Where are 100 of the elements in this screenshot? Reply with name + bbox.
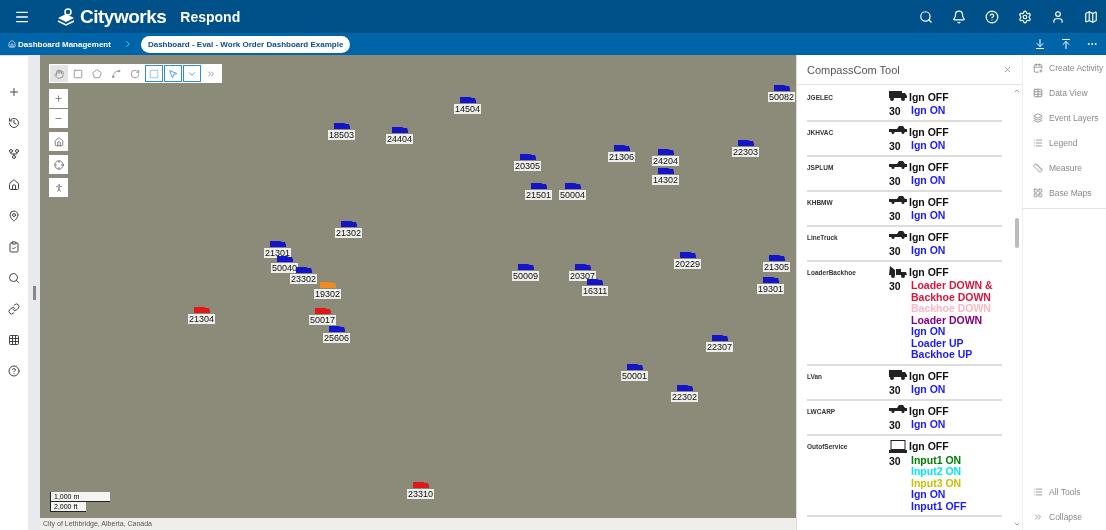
vehicle-count: 30 xyxy=(889,280,902,292)
search-button[interactable] xyxy=(919,9,933,24)
vehicle-count: 30 xyxy=(889,418,902,431)
expand-down-button[interactable] xyxy=(1034,38,1046,50)
vehicle-label: 22307 xyxy=(706,342,734,352)
ruler-icon xyxy=(1033,163,1043,173)
plus-icon xyxy=(54,94,63,103)
vehicle-state: Ign ON xyxy=(911,245,946,257)
table-icon xyxy=(1033,88,1043,98)
all-tools-button[interactable]: All Tools xyxy=(1033,487,1106,497)
person-icon xyxy=(53,182,64,193)
vehicle-state: Ign ON xyxy=(911,383,946,395)
vehicle-state: Backhoe UP xyxy=(911,349,974,361)
home-button[interactable] xyxy=(8,179,20,191)
user-button[interactable] xyxy=(1051,9,1065,24)
settings-button[interactable] xyxy=(1018,9,1032,24)
breadcrumb-link[interactable]: Dashboard - Eval - Work Order Dashboard Example xyxy=(140,35,351,53)
help-button[interactable] xyxy=(8,365,20,377)
data-view-button[interactable]: Data View xyxy=(1033,88,1106,98)
polygon-icon xyxy=(92,68,102,79)
vehicle-state: Input3 ON xyxy=(911,477,963,489)
van-icon xyxy=(889,91,907,101)
vehicle-label: 21302 xyxy=(335,228,363,238)
hand-icon xyxy=(54,68,64,79)
vehicle-label: 18503 xyxy=(328,130,356,140)
search-button[interactable] xyxy=(8,272,20,284)
vehicle-icon[interactable] xyxy=(587,277,604,286)
splitter-handle[interactable] xyxy=(32,285,36,300)
scroll-down-icon[interactable] xyxy=(1013,520,1021,528)
vehicle-label: 50017 xyxy=(309,315,337,325)
vehicle-label: 19301 xyxy=(757,284,785,294)
vehicle-icon[interactable] xyxy=(295,265,312,274)
vehicle-label: 21304 xyxy=(188,314,216,324)
history-button[interactable] xyxy=(8,117,20,129)
hand-tool[interactable] xyxy=(50,65,68,82)
vehicle-state: Backhoe DOWN xyxy=(911,303,992,315)
vehicle-label: 23302 xyxy=(290,274,318,284)
zoom-in-button[interactable] xyxy=(49,89,68,108)
home-icon xyxy=(8,40,16,48)
laptop-icon xyxy=(889,439,907,453)
collapse-button[interactable]: Collapse xyxy=(1033,512,1106,522)
map-pin-button[interactable] xyxy=(8,210,20,222)
breadcrumb-link[interactable]: Dashboard Management xyxy=(8,39,111,49)
module-title: Respond xyxy=(180,8,241,25)
vehicle-state: Ign ON xyxy=(911,210,946,222)
base-maps-button[interactable]: Base Maps xyxy=(1033,188,1106,198)
vehicle-count: 30 xyxy=(889,105,902,117)
scrollbar-thumb[interactable] xyxy=(1015,217,1019,248)
loader-icon xyxy=(889,266,907,278)
event-layers-button[interactable]: Event Layers xyxy=(1033,113,1106,123)
rectangle-icon xyxy=(73,68,83,79)
vehicle-label: 50040 xyxy=(271,263,299,273)
link-button[interactable] xyxy=(8,303,20,315)
collapse-up-button[interactable] xyxy=(1060,38,1072,50)
vehicle-label: 21306 xyxy=(608,152,636,162)
scroll-up-icon[interactable] xyxy=(1013,87,1021,95)
map-button[interactable] xyxy=(1084,9,1098,24)
pointer-tool[interactable] xyxy=(164,65,182,82)
locate-button[interactable] xyxy=(49,155,68,174)
vehicle-state: Ign ON xyxy=(911,489,947,501)
vehicle-state: Input2 ON xyxy=(911,466,963,478)
vehicle-state: Input1 ON xyxy=(911,454,963,466)
legend-button[interactable]: Legend xyxy=(1033,138,1106,148)
vehicle-label: 23310 xyxy=(407,489,435,499)
crosshair-icon xyxy=(53,159,64,170)
grid-button[interactable] xyxy=(8,334,20,346)
plus-button[interactable] xyxy=(8,86,20,98)
vehicle-label: 14302 xyxy=(652,175,680,185)
dashed-select-icon xyxy=(149,68,159,79)
bell-button[interactable] xyxy=(952,9,966,24)
network-button[interactable] xyxy=(8,148,20,160)
vehicle-count: 30 xyxy=(889,210,902,222)
dashed-select-tool[interactable] xyxy=(145,65,163,82)
vehicle-label: 50082 xyxy=(768,92,796,102)
vehicle-label: 14504 xyxy=(454,104,482,114)
clipboard-button[interactable] xyxy=(8,241,20,253)
list-icon xyxy=(1033,138,1043,148)
measure-button[interactable]: Measure xyxy=(1033,163,1106,173)
chevron-down-tool[interactable] xyxy=(183,65,201,82)
vehicle-label: 19302 xyxy=(314,289,342,299)
brand-name: Cityworks xyxy=(80,5,167,28)
person-button[interactable] xyxy=(49,178,68,197)
van-icon xyxy=(889,369,907,380)
vehicle-label: 21501 xyxy=(525,190,553,200)
calendar-plus-icon xyxy=(1033,63,1043,73)
pickup-truck-icon xyxy=(889,161,907,169)
vehicle-state: Loader DOWN xyxy=(911,314,984,326)
ignition-status: Ign OFF xyxy=(909,404,949,417)
pointer-icon xyxy=(168,68,178,79)
vehicle-state: Ign ON xyxy=(911,326,947,338)
vehicle-icon[interactable] xyxy=(276,254,293,263)
vehicle-state: Ign ON xyxy=(911,418,946,430)
pickup-truck-icon xyxy=(889,231,907,239)
close-button[interactable] xyxy=(1003,65,1012,74)
create-activity-button[interactable]: Create Activity xyxy=(1033,63,1106,73)
layers-icon xyxy=(1033,113,1043,123)
vehicle-icon[interactable] xyxy=(328,324,345,333)
vehicle-label: 20305 xyxy=(514,161,542,171)
rotate-icon xyxy=(130,68,140,79)
vehicle-label: 24404 xyxy=(386,134,414,144)
